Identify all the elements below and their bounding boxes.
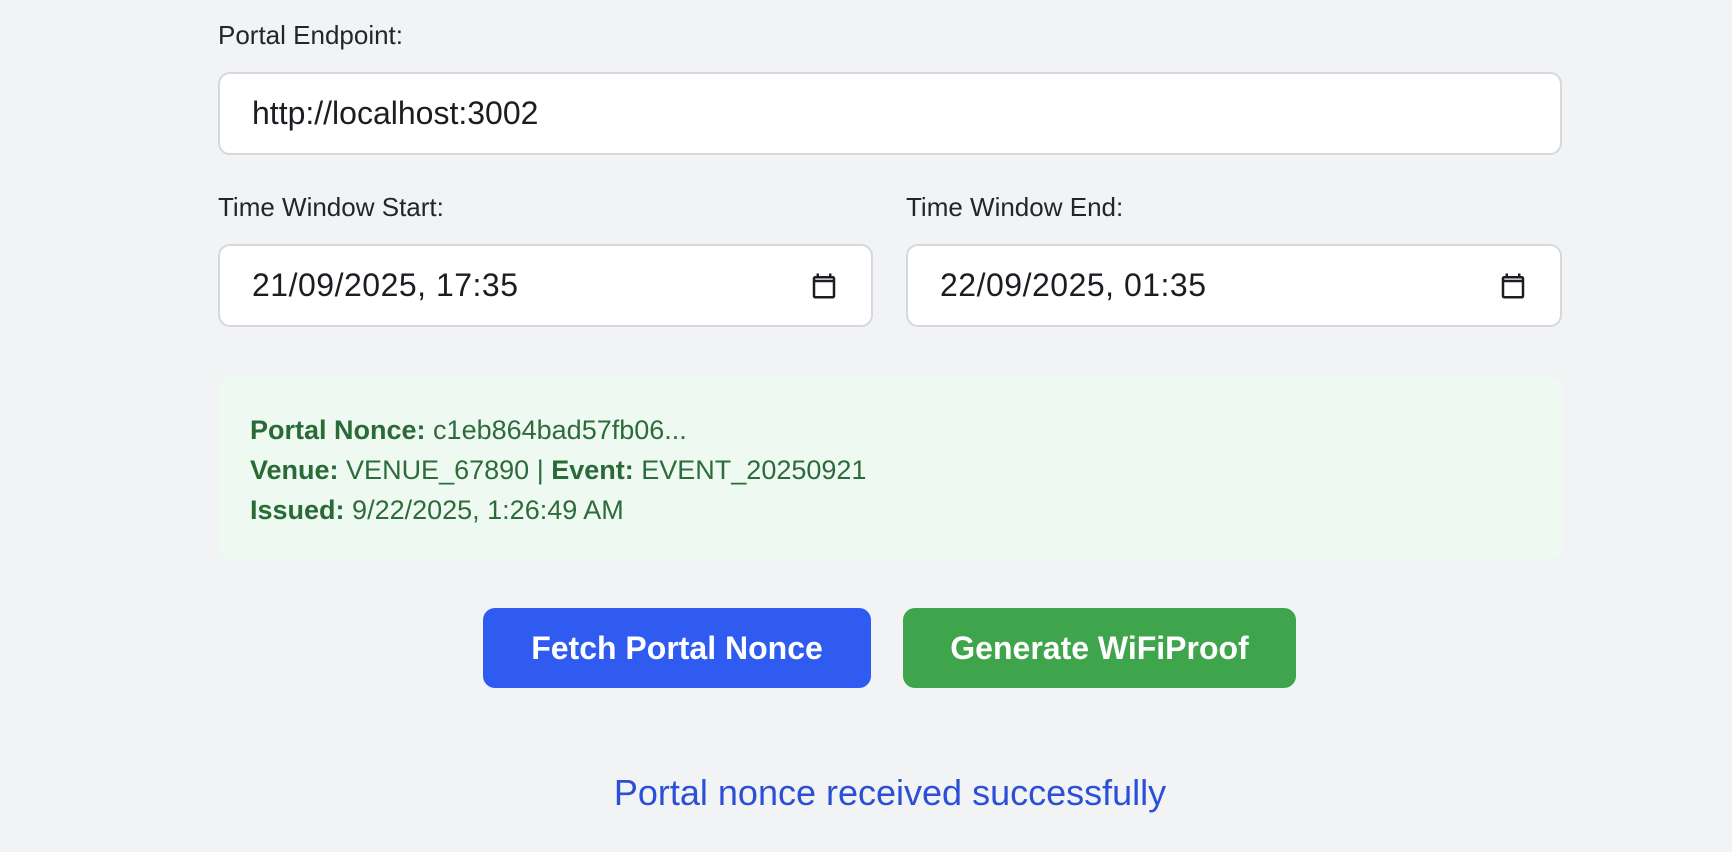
time-window-start-input[interactable]: 21/09/2025, 17:35	[218, 244, 873, 327]
issued-line: Issued: 9/22/2025, 1:26:49 AM	[250, 490, 1530, 530]
event-value: EVENT_20250921	[641, 455, 867, 485]
venue-label: Venue:	[250, 455, 339, 485]
portal-endpoint-input[interactable]: http://localhost:3002	[218, 72, 1562, 155]
time-window-end-value: 22/09/2025, 01:35	[940, 267, 1207, 303]
issued-value: 9/22/2025, 1:26:49 AM	[352, 495, 624, 525]
portal-endpoint-value: http://localhost:3002	[252, 95, 539, 131]
generate-wifiproof-button[interactable]: Generate WiFiProof	[903, 608, 1296, 688]
portal-endpoint-label: Portal Endpoint:	[218, 20, 404, 50]
time-window-end-input[interactable]: 22/09/2025, 01:35	[906, 244, 1562, 327]
venue-event-line: Venue: VENUE_67890 | Event: EVENT_202509…	[250, 450, 1530, 490]
venue-value: VENUE_67890	[346, 455, 530, 485]
nonce-info-panel: Portal Nonce: c1eb864bad57fb06... Venue:…	[218, 376, 1562, 560]
status-message: Portal nonce received successfully	[613, 772, 1167, 813]
separator: |	[536, 455, 544, 485]
nonce-value: c1eb864bad57fb06...	[433, 415, 687, 445]
time-window-start-label: Time Window Start:	[218, 192, 444, 222]
event-label: Event:	[551, 455, 634, 485]
fetch-portal-nonce-button[interactable]: Fetch Portal Nonce	[483, 608, 871, 688]
calendar-icon[interactable]	[1498, 271, 1528, 301]
nonce-label: Portal Nonce:	[250, 415, 426, 445]
issued-label: Issued:	[250, 495, 345, 525]
time-window-end-label: Time Window End:	[906, 192, 1124, 222]
nonce-line: Portal Nonce: c1eb864bad57fb06...	[250, 410, 1530, 450]
calendar-icon[interactable]	[809, 271, 839, 301]
time-window-start-value: 21/09/2025, 17:35	[252, 267, 519, 303]
